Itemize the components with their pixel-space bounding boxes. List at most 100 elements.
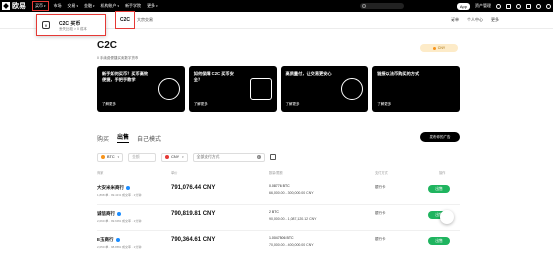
download-app-button[interactable]: App [456, 2, 470, 10]
nav-label: 新手学院 [125, 3, 142, 8]
tab-sell[interactable]: 出售 [117, 132, 130, 143]
coin-illustration-icon [157, 78, 180, 100]
nav-markets[interactable]: 市场 [54, 3, 62, 9]
merchant-name[interactable]: E玉商行 [97, 237, 120, 243]
chevron-down-icon: ▾ [156, 4, 158, 8]
help-icon[interactable] [516, 3, 521, 9]
nav-label: 更多 [147, 3, 156, 8]
currency-selector[interactable]: CNY [420, 44, 458, 52]
asset-management-link[interactable]: 资产管理 [475, 3, 491, 9]
table-row: E玉商行 2,050 单 · 98.88% 成交率 · 1分钟 790,364.… [97, 234, 460, 254]
merchant-stats: 2,060 单 · 99.69% 成交率 · 1分钟 [97, 219, 142, 223]
coin-select[interactable]: BTC ▾ [97, 152, 124, 162]
table-row: 大安米米商行 1,898 单 · 99.41% 成交率 · 1分钟 791,07… [97, 182, 460, 202]
promo-banners: 新手如何买币？买币高效便捷，手把手教学 了解更多 如何保障 C2C 买币安全？ … [97, 66, 460, 112]
nav-label: 买币 [35, 3, 43, 8]
logo-icon [2, 2, 10, 10]
personal-center-link[interactable]: 个人中心 [467, 17, 483, 23]
banner-title: 链接以法币购买的方式 [377, 71, 420, 76]
promo-banner[interactable]: 新手如何买币？买币高效便捷，手把手教学 了解更多 [97, 66, 185, 112]
page-title: C2C [97, 40, 118, 51]
dropdown-item-c2c[interactable]: C2C 买币 [59, 20, 80, 27]
more-link[interactable]: 更多 [491, 17, 499, 23]
nav-trade[interactable]: 交易 ▾ [68, 3, 79, 9]
nav-finance[interactable]: 金融 ▾ [84, 3, 95, 9]
col-payment: 支付方式 [375, 171, 388, 175]
unit-price: 790,819.81 CNY [171, 211, 216, 217]
tab-c2c[interactable]: C2C [114, 11, 136, 29]
filter-bar: BTC ▾ 金额 CNY ▾ 全部支付方式 × [97, 152, 276, 162]
chevron-down-icon: ▾ [117, 155, 120, 159]
amount-input[interactable]: 金额 [128, 152, 157, 162]
nav-institutional[interactable]: 机构账户 ▾ [101, 3, 120, 9]
banner-title: 新手如何买币？买币高效便捷，手把手教学 [102, 71, 149, 82]
nav-more[interactable]: 更多 ▾ [147, 3, 158, 9]
page-tagline: 0 手续费便捷买卖数字货币 [97, 56, 139, 60]
banner-title: 如何保障 C2C 买币安全？ [193, 71, 234, 82]
chevron-down-icon: ▾ [93, 4, 95, 8]
verified-badge-icon [115, 238, 120, 242]
available-amount: 1.0047506 BTC [269, 236, 294, 240]
payment-method: 银行卡 [375, 211, 386, 215]
main-nav: 买币 ▾ 市场 交易 ▾ 金融 ▾ 机构账户 ▾ 新手学院 更多 ▾ [32, 0, 158, 12]
post-ad-button[interactable]: 发布你的广告 [420, 132, 460, 142]
buy-crypto-dropdown: ¥ C2C 买币 丢失比较 > 0 成本 [36, 14, 106, 36]
btc-icon [101, 155, 105, 159]
sell-button[interactable]: 出售 [428, 185, 450, 193]
support-illustration-icon [341, 78, 364, 100]
banner-link[interactable]: 了解更多 [194, 102, 208, 107]
payment-method: 银行卡 [375, 237, 386, 241]
chevron-down-icon: ▾ [182, 155, 184, 159]
merchant-stats: 1,898 单 · 99.41% 成交率 · 1分钟 [97, 193, 142, 197]
cny-icon [165, 155, 170, 159]
available-amount: 2 BTC [269, 210, 279, 214]
profile-icon[interactable] [496, 3, 501, 9]
download-icon[interactable] [506, 3, 511, 9]
theme-toggle-icon[interactable] [546, 3, 551, 9]
col-price: 单价 [171, 171, 178, 175]
support-chat-icon[interactable] [440, 210, 454, 224]
sell-button[interactable]: 出售 [428, 237, 450, 245]
col-action: 操作 [439, 171, 446, 175]
language-globe-icon[interactable] [536, 3, 541, 9]
promo-banner[interactable]: 链接以法币购买的方式 了解更多 [372, 66, 460, 112]
nav-label: 金融 [84, 3, 93, 8]
nav-label: 机构账户 [100, 3, 117, 8]
order-limit: 70,000.00 - 400,000.00 CNY [269, 243, 314, 247]
brand-logo[interactable]: 欧易 [2, 1, 26, 11]
fiat-select[interactable]: CNY ▾ [161, 152, 188, 162]
chevron-down-icon: ▾ [117, 4, 120, 8]
fiat-value: CNY [171, 155, 180, 159]
amount-placeholder: 金额 [132, 154, 140, 159]
tab-bulk-trade[interactable]: 大宗交易 [137, 17, 153, 23]
available-amount: 0.08776 BTC [269, 184, 290, 188]
dropdown-item-desc: 丢失比较 > 0 成本 [59, 27, 87, 31]
col-amount-limit: 数量/限额 [269, 171, 283, 175]
payment-method: 银行卡 [375, 185, 386, 189]
nav-academy[interactable]: 新手学院 [125, 3, 141, 9]
merchant-name-text: E玉商行 [97, 237, 114, 242]
banner-link[interactable]: 了解更多 [102, 102, 116, 107]
promo-banner[interactable]: 高质量付，让交易更安心 了解更多 [280, 66, 369, 112]
right-nav: App 资产管理 [456, 0, 551, 12]
currency-icon [432, 46, 436, 50]
banner-link[interactable]: 了解更多 [286, 102, 300, 107]
payment-method-select[interactable]: 全部支付方式 × [192, 152, 265, 162]
global-search-input[interactable] [360, 3, 404, 9]
nav-buy-crypto[interactable]: 买币 ▾ [32, 1, 49, 11]
tab-buy[interactable]: 购买 [97, 134, 109, 143]
merchant-name[interactable]: 诚信商行 [97, 211, 121, 217]
unit-price: 790,364.61 CNY [171, 237, 216, 243]
clear-icon[interactable]: × [256, 155, 261, 159]
banner-link[interactable]: 了解更多 [377, 102, 391, 107]
col-merchant: 商家 [97, 171, 104, 175]
row-divider [97, 204, 460, 205]
promo-banner[interactable]: 如何保障 C2C 买币安全？ 了解更多 [188, 66, 277, 112]
notification-bell-icon[interactable] [526, 3, 531, 9]
orders-link[interactable]: 订单 [451, 17, 459, 23]
merchant-name[interactable]: 大安米米商行 [97, 185, 130, 191]
verified-badge-icon [117, 212, 121, 216]
logo-text: 欧易 [12, 3, 26, 10]
tab-self-mode[interactable]: 自己模式 [137, 134, 161, 143]
filter-icon[interactable] [269, 154, 276, 160]
